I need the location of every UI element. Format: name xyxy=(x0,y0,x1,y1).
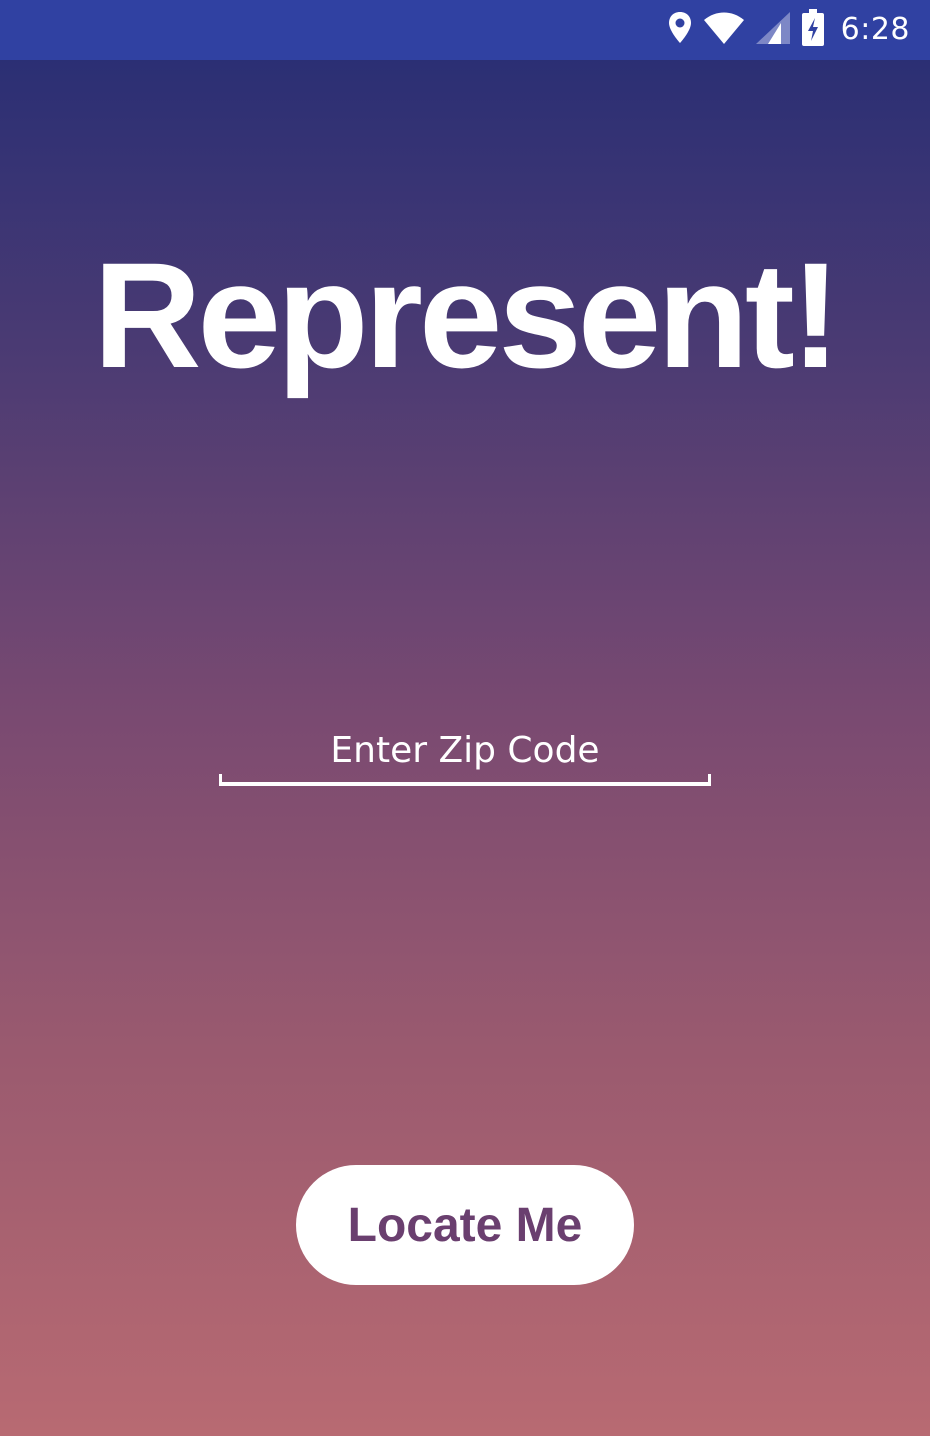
zip-code-input[interactable] xyxy=(219,720,711,780)
zip-code-underline xyxy=(219,782,711,786)
location-icon xyxy=(667,11,693,49)
signal-icon xyxy=(755,11,791,49)
zip-code-field xyxy=(219,720,711,788)
zip-code-underline-right-tick xyxy=(708,774,711,784)
app-title: Represent! xyxy=(93,231,841,399)
zip-code-underline-left-tick xyxy=(219,774,222,784)
status-time: 6:28 xyxy=(840,12,910,47)
wifi-icon xyxy=(703,11,745,49)
battery-charging-icon xyxy=(801,9,825,51)
status-icons: 6:28 xyxy=(667,0,910,60)
status-bar: 6:28 xyxy=(0,0,930,60)
main-screen: Represent! Locate Me xyxy=(0,60,930,1436)
locate-me-button[interactable]: Locate Me xyxy=(296,1165,634,1285)
